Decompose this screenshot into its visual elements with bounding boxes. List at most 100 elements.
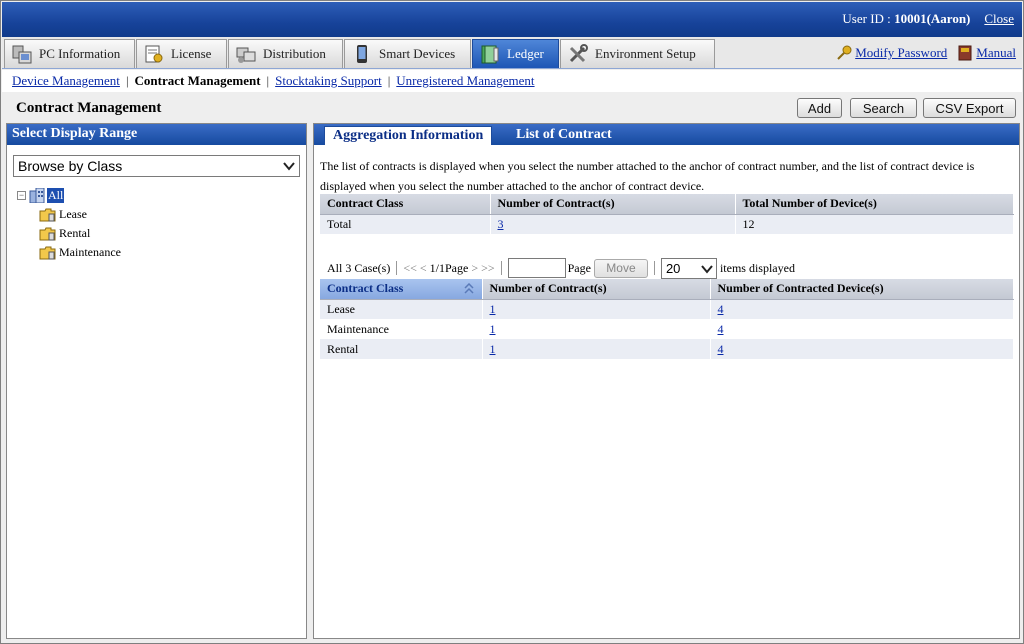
tab-pc-information[interactable]: PC Information: [4, 39, 135, 68]
table-cell: 4: [710, 299, 1014, 319]
modify-password-link[interactable]: Modify Password: [855, 45, 947, 61]
device-count-link[interactable]: 4: [718, 302, 724, 316]
nav-separator: |: [387, 73, 391, 88]
folder-icon: [39, 208, 56, 221]
tree-node-lease[interactable]: Lease: [17, 205, 121, 224]
main-tab-bar: PC Information License Distribution Smar…: [2, 37, 1022, 69]
table-cell: 4: [710, 339, 1014, 359]
nav-contract-management: Contract Management: [134, 73, 261, 88]
tab-smart-devices[interactable]: Smart Devices: [344, 39, 471, 68]
class-tree: − All Lease Rental Maintenance: [17, 186, 121, 262]
collapse-toggle[interactable]: −: [17, 191, 26, 200]
tools-icon: [567, 43, 589, 65]
browse-select-value: Browse by Class: [18, 158, 123, 174]
table-cell: 4: [710, 319, 1014, 339]
table-cell: 1: [482, 319, 711, 339]
pager: All 3 Case(s) << < 1/1Page > >> Page Mov…: [327, 257, 795, 279]
items-displayed-label: items displayed: [719, 260, 795, 275]
device-count-link[interactable]: 4: [718, 322, 724, 336]
table-row: Rental 1 4: [320, 339, 1014, 359]
tree-node-rental[interactable]: Rental: [17, 224, 121, 243]
table-row: Maintenance 1 4: [320, 319, 1014, 339]
record-count: All 3 Case(s): [327, 260, 391, 275]
sub-navigation: Device Management | Contract Management | St…: [2, 70, 1022, 92]
table-cell: Lease: [320, 299, 483, 319]
user-id: 10001(Aaron): [894, 11, 971, 26]
top-header: User ID : 10001(Aaron) Close: [2, 2, 1022, 37]
tab-label: PC Information: [39, 46, 121, 61]
add-button[interactable]: Add: [797, 98, 842, 118]
column-header: Number of Contract(s): [490, 194, 736, 215]
tree-node-maintenance[interactable]: Maintenance: [17, 243, 121, 262]
tab-label: License: [171, 46, 212, 61]
page-info: 1/1Page: [429, 260, 469, 275]
move-button[interactable]: Move: [593, 258, 648, 278]
table-row: Lease 1 4: [320, 299, 1014, 319]
tab-list-of-contract[interactable]: List of Contract: [508, 126, 620, 145]
page-title: Contract Management: [16, 100, 162, 116]
contract-count-link[interactable]: 1: [490, 342, 496, 356]
pc-icon: [11, 43, 33, 65]
column-header[interactable]: Number of Contracted Device(s): [710, 279, 1014, 300]
display-range-panel: Select Display Range Browse by Class − A…: [6, 123, 307, 639]
next-last-links: > >>: [471, 260, 495, 275]
tree-item-label: Lease: [59, 207, 87, 221]
contract-count-link[interactable]: 1: [490, 322, 496, 336]
page-label: Page: [567, 260, 591, 275]
nav-stocktaking-support[interactable]: Stocktaking Support: [275, 73, 382, 88]
tab-label: Distribution: [263, 46, 326, 61]
tab-ledger[interactable]: Ledger: [472, 39, 559, 68]
column-header-label: Contract Class: [327, 281, 404, 296]
column-header[interactable]: Number of Contract(s): [482, 279, 711, 300]
chevron-down-icon: [701, 264, 713, 274]
table-cell: Total: [320, 214, 491, 234]
folder-icon: [39, 246, 56, 259]
user-label: User ID :: [842, 11, 895, 26]
content-tab-bar: Aggregation Information List of Contract: [314, 124, 1019, 145]
items-per-page-select[interactable]: 20: [660, 257, 717, 279]
column-header-contract-class[interactable]: Contract Class: [320, 279, 483, 300]
table-header-row: Contract Class Number of Contract(s) Tot…: [320, 194, 1014, 215]
nav-separator: |: [266, 73, 270, 88]
tab-label: Ledger: [507, 46, 544, 61]
tab-distribution[interactable]: Distribution: [228, 39, 343, 68]
tab-label: Smart Devices: [379, 46, 456, 61]
table-cell: Maintenance: [320, 319, 483, 339]
items-per-page-value: 20: [665, 260, 681, 276]
tab-aggregation-information[interactable]: Aggregation Information: [324, 126, 493, 145]
tree-root-label: All: [47, 188, 65, 203]
folder-icon: [39, 227, 56, 240]
table-header-row: Contract Class Number of Contract(s) Num…: [320, 279, 1014, 300]
summary-table: Contract Class Number of Contract(s) Tot…: [320, 194, 1014, 234]
tab-environment-setup[interactable]: Environment Setup: [560, 39, 715, 68]
column-header: Contract Class: [320, 194, 491, 215]
search-button[interactable]: Search: [850, 98, 917, 118]
content-panel: Aggregation Information List of Contract…: [313, 123, 1020, 639]
page-number-input[interactable]: [507, 258, 566, 278]
pager-separator: [653, 261, 655, 275]
tree-item-label: Rental: [59, 226, 91, 240]
device-count-link[interactable]: 4: [718, 342, 724, 356]
nav-device-management[interactable]: Device Management: [12, 73, 120, 88]
tab-label: Environment Setup: [595, 46, 696, 61]
chevron-down-icon: [283, 162, 295, 171]
manual-link[interactable]: Manual: [976, 45, 1016, 61]
nav-unregistered-management[interactable]: Unregistered Management: [396, 73, 534, 88]
column-header: Total Number of Device(s): [735, 194, 1014, 215]
table-cell: 12: [735, 214, 1014, 234]
contract-count-link[interactable]: 1: [490, 302, 496, 316]
nav-separator: |: [125, 73, 129, 88]
contract-count-link[interactable]: 3: [498, 217, 504, 231]
license-icon: [143, 43, 165, 65]
contract-class-table: Contract Class Number of Contract(s) Num…: [320, 279, 1014, 359]
csv-export-button[interactable]: CSV Export: [923, 98, 1016, 118]
sort-ascending-icon: [463, 283, 474, 294]
tree-node-all[interactable]: − All: [17, 186, 121, 205]
tab-license[interactable]: License: [136, 39, 227, 68]
key-icon: [836, 45, 852, 61]
browse-by-select[interactable]: Browse by Class: [13, 155, 300, 177]
table-row: Total 3 12: [320, 214, 1014, 234]
close-link[interactable]: Close: [984, 11, 1014, 26]
manual-icon: [957, 45, 973, 61]
description-text: The list of contracts is displayed when …: [320, 159, 975, 193]
